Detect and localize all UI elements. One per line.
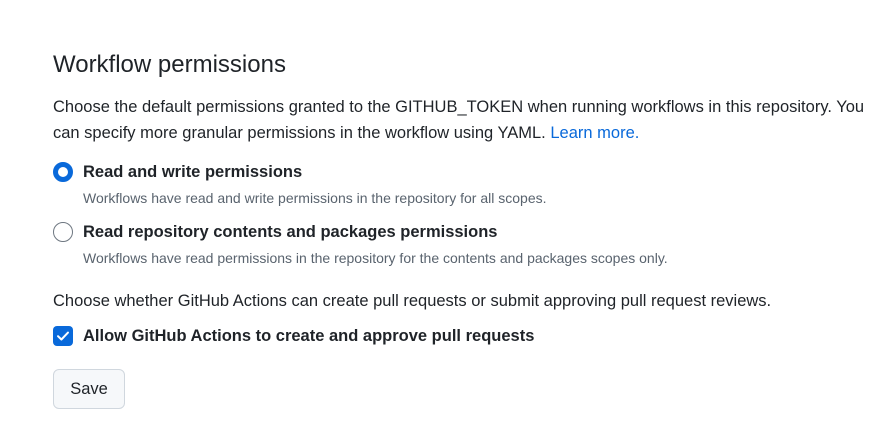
checkmark-icon — [57, 331, 69, 341]
read-only-label[interactable]: Read repository contents and packages pe… — [83, 221, 497, 243]
read-only-radio[interactable] — [53, 222, 73, 242]
read-write-note: Workflows have read and write permission… — [83, 190, 547, 206]
read-write-radio[interactable] — [53, 162, 73, 182]
pull-request-description: Choose whether GitHub Actions can create… — [53, 292, 772, 310]
section-description-text: Choose the default permissions granted t… — [53, 98, 865, 142]
section-description: Choose the default permissions granted t… — [53, 94, 873, 146]
read-only-note: Workflows have read permissions in the r… — [83, 250, 668, 266]
save-button[interactable]: Save — [53, 369, 125, 409]
allow-pr-checkbox[interactable] — [53, 326, 73, 346]
section-title: Workflow permissions — [53, 51, 286, 78]
read-write-label[interactable]: Read and write permissions — [83, 161, 302, 183]
allow-pr-label[interactable]: Allow GitHub Actions to create and appro… — [83, 325, 534, 347]
learn-more-link[interactable]: Learn more. — [550, 124, 639, 142]
